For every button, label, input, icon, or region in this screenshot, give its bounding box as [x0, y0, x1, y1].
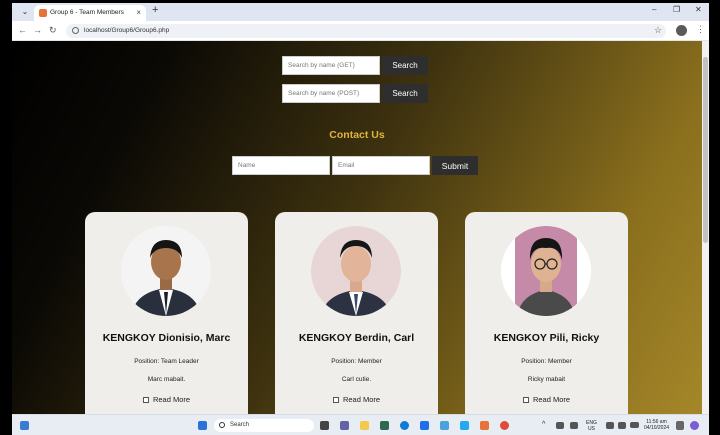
- browser-window: ⌄ Group 6 - Team Members × + – ❐ ✕ ← → ↻…: [12, 3, 709, 414]
- read-more-checkbox[interactable]: [522, 397, 529, 404]
- search-get-button[interactable]: Search: [382, 56, 428, 75]
- new-tab-button[interactable]: +: [152, 4, 158, 16]
- copilot-icon[interactable]: [690, 421, 699, 430]
- menu-kebab-icon[interactable]: ⋮: [696, 24, 705, 35]
- notification-bell-icon[interactable]: [676, 421, 684, 430]
- search-get-form: Search: [282, 56, 428, 75]
- search-post-form: Search: [282, 84, 428, 103]
- read-more-checkbox[interactable]: [142, 397, 149, 404]
- scrollbar-thumb[interactable]: [703, 57, 708, 243]
- read-more-label: Read More: [342, 395, 381, 404]
- read-more-toggle[interactable]: Read More: [275, 395, 438, 404]
- store-icon[interactable]: [380, 421, 389, 430]
- member-position: Position: Member: [521, 358, 572, 365]
- language-bottom: US: [587, 426, 595, 432]
- member-description: Marc mabait.: [147, 376, 186, 383]
- member-name: KENGKOY Pili, Ricky: [493, 332, 600, 344]
- forward-arrow-icon[interactable]: →: [33, 25, 42, 35]
- site-info-icon[interactable]: [72, 27, 79, 34]
- xampp-icon[interactable]: [480, 421, 489, 430]
- bookmark-star-icon[interactable]: ☆: [654, 25, 662, 36]
- tab-search-icon[interactable]: ⌄: [18, 6, 32, 18]
- search-post-input[interactable]: [282, 84, 380, 103]
- member-description: Ricky mabait: [527, 376, 566, 383]
- clock[interactable]: 11:56 am 04/10/2024: [644, 419, 669, 431]
- tray-app-icon[interactable]: [556, 422, 564, 429]
- widgets-icon[interactable]: [20, 421, 29, 430]
- contact-email-input[interactable]: [332, 156, 430, 175]
- reload-icon[interactable]: ↻: [49, 25, 57, 36]
- url-text: localhost/Group6/Group6.php: [84, 27, 170, 34]
- chrome-icon[interactable]: [500, 421, 509, 430]
- edge-icon[interactable]: [400, 421, 409, 430]
- search-icon: [219, 422, 225, 428]
- contact-form: Submit: [232, 156, 478, 175]
- taskbar-search[interactable]: Search: [214, 419, 314, 432]
- volume-icon[interactable]: [618, 422, 626, 429]
- profile-avatar-icon[interactable]: [676, 25, 687, 36]
- member-photo: [121, 226, 211, 316]
- member-card: KENGKOY Pili, Ricky Position: Member Ric…: [465, 212, 628, 414]
- contact-name-input[interactable]: [232, 156, 330, 175]
- battery-icon[interactable]: [630, 422, 639, 428]
- member-name: KENGKOY Berdin, Carl: [298, 332, 415, 344]
- word-icon[interactable]: [420, 421, 429, 430]
- member-card: KENGKOY Dionisio, Marc Position: Team Le…: [85, 212, 248, 414]
- read-more-label: Read More: [532, 395, 571, 404]
- cloud-app-icon[interactable]: [440, 421, 449, 430]
- favicon-icon: [39, 9, 47, 17]
- member-description: Carl cutie.: [341, 376, 372, 383]
- search-post-button[interactable]: Search: [382, 84, 428, 103]
- read-more-checkbox[interactable]: [332, 397, 339, 404]
- read-more-label: Read More: [152, 395, 191, 404]
- minimize-button[interactable]: –: [652, 5, 656, 14]
- tab-bar: ⌄ Group 6 - Team Members × + – ❐ ✕: [12, 3, 709, 21]
- back-arrow-icon[interactable]: ←: [18, 25, 27, 35]
- member-card: KENGKOY Berdin, Carl Position: Member Ca…: [275, 212, 438, 414]
- clock-date: 04/10/2024: [644, 425, 670, 431]
- contact-title: Contact Us: [329, 129, 385, 141]
- vscode-icon[interactable]: [460, 421, 469, 430]
- member-name: KENGKOY Dionisio, Marc: [102, 332, 231, 344]
- maximize-button[interactable]: ❐: [673, 5, 680, 14]
- page-viewport: Search Search Contact Us Submit: [12, 41, 709, 414]
- start-windows-icon[interactable]: [198, 421, 207, 430]
- taskbar-search-label: Search: [230, 422, 250, 428]
- tab-title: Group 6 - Team Members: [50, 9, 124, 16]
- url-field[interactable]: localhost/Group6/Group6.php: [66, 24, 666, 38]
- windows-taskbar: Search ^ ENG US 11:56 am 04/10/2024: [12, 414, 709, 435]
- address-bar-row: ← → ↻ localhost/Group6/Group6.php ☆ ⋮: [12, 21, 709, 41]
- language-indicator[interactable]: ENG US: [586, 420, 597, 432]
- tab-close-icon[interactable]: ×: [136, 5, 141, 21]
- read-more-toggle[interactable]: Read More: [465, 395, 628, 404]
- member-position: Position: Member: [331, 358, 382, 365]
- close-window-button[interactable]: ✕: [695, 5, 702, 14]
- tray-chevron-icon[interactable]: ^: [542, 421, 545, 428]
- member-photo: [501, 226, 591, 316]
- contact-submit-button[interactable]: Submit: [432, 156, 478, 175]
- teams-icon[interactable]: [340, 421, 349, 430]
- tray-app-icon[interactable]: [570, 422, 578, 429]
- tab-active[interactable]: Group 6 - Team Members ×: [34, 5, 146, 21]
- task-view-icon[interactable]: [320, 421, 329, 430]
- member-position: Position: Team Leader: [134, 358, 199, 365]
- member-photo: [311, 226, 401, 316]
- file-explorer-icon[interactable]: [360, 421, 369, 430]
- search-get-input[interactable]: [282, 56, 380, 75]
- read-more-toggle[interactable]: Read More: [85, 395, 248, 404]
- page-scrollbar[interactable]: [702, 41, 709, 414]
- wifi-icon[interactable]: [606, 422, 614, 429]
